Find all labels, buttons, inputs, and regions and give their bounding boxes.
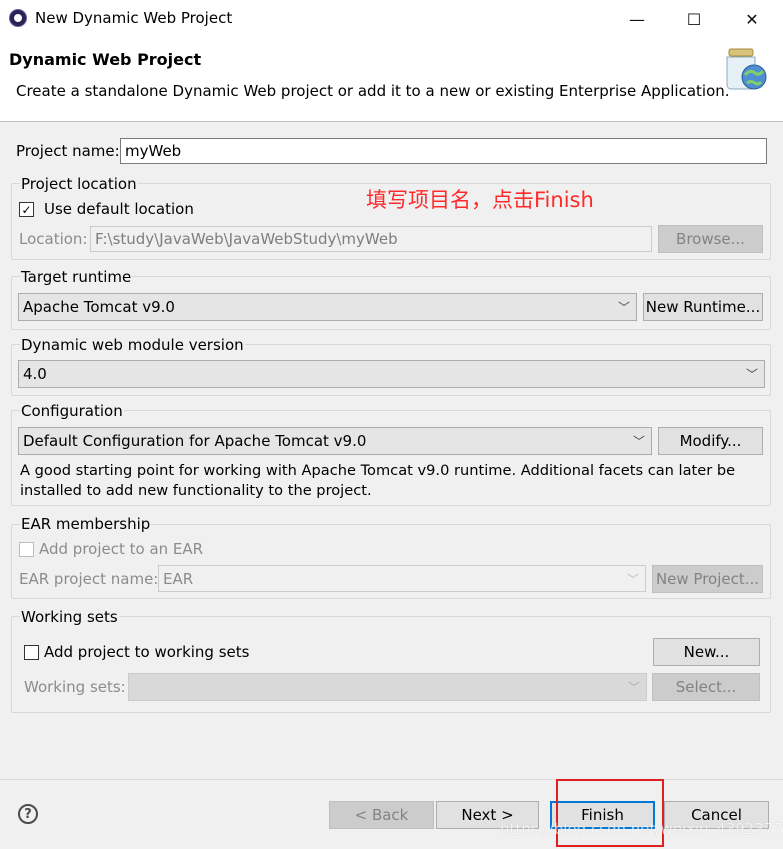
- watermark: https://blog.csdn.net/weixin_43923774: [500, 820, 783, 838]
- browse-button[interactable]: Browse...: [658, 225, 763, 253]
- project-location-heading: Project location: [20, 175, 138, 193]
- add-to-working-sets-checkbox[interactable]: [24, 645, 39, 660]
- minimize-button[interactable]: —: [608, 0, 666, 38]
- new-project-button[interactable]: New Project...: [652, 565, 763, 593]
- maximize-button[interactable]: ☐: [665, 0, 723, 38]
- target-runtime-heading: Target runtime: [20, 268, 133, 286]
- target-runtime-select[interactable]: Apache Tomcat v9.0 ﹀: [18, 293, 637, 321]
- working-sets-label: Working sets:: [24, 678, 126, 696]
- configuration-value: Default Configuration for Apache Tomcat …: [23, 432, 367, 450]
- configuration-description-line2: installed to add new functionality to th…: [20, 482, 372, 499]
- working-sets-heading: Working sets: [20, 608, 119, 626]
- instruction-annotation: 填写项目名，点击Finish: [366, 188, 594, 212]
- close-button[interactable]: ✕: [723, 0, 781, 38]
- location-input[interactable]: F:\study\JavaWeb\JavaWebStudy\myWeb: [90, 226, 652, 252]
- checkmark-icon: ✓: [21, 202, 32, 217]
- back-button[interactable]: < Back: [329, 801, 434, 829]
- project-name-input[interactable]: myWeb: [120, 138, 767, 164]
- location-value: F:\study\JavaWeb\JavaWebStudy\myWeb: [95, 230, 398, 248]
- working-sets-select[interactable]: ﹀: [128, 673, 647, 701]
- chevron-down-icon: ﹀: [627, 680, 640, 695]
- footer-separator: [0, 779, 783, 780]
- ear-project-name-value: EAR: [163, 569, 194, 588]
- configuration-description-line1: A good starting point for working with A…: [20, 462, 736, 479]
- chevron-down-icon: ﹀: [632, 434, 645, 449]
- location-label: Location:: [19, 230, 88, 248]
- use-default-location-checkbox[interactable]: ✓: [19, 202, 34, 217]
- page-description: Create a standalone Dynamic Web project …: [16, 82, 730, 100]
- add-to-ear-label: Add project to an EAR: [39, 540, 204, 558]
- page-title: Dynamic Web Project: [9, 50, 202, 69]
- web-project-jar-globe-icon: [726, 48, 767, 90]
- module-version-select[interactable]: 4.0 ﹀: [18, 360, 765, 388]
- ear-project-name-label: EAR project name:: [19, 570, 159, 588]
- modify-button[interactable]: Modify...: [658, 427, 763, 455]
- add-to-working-sets-label: Add project to working sets: [44, 643, 250, 661]
- module-version-value: 4.0: [23, 365, 47, 383]
- ear-membership-heading: EAR membership: [20, 515, 152, 533]
- configuration-heading: Configuration: [20, 402, 124, 420]
- chevron-down-icon: ﹀: [745, 367, 758, 382]
- project-name-value: myWeb: [125, 142, 182, 160]
- new-runtime-button[interactable]: New Runtime...: [643, 293, 763, 321]
- help-icon[interactable]: ?: [18, 804, 38, 824]
- new-working-set-button[interactable]: New...: [653, 638, 760, 666]
- window-title: New Dynamic Web Project: [35, 9, 233, 27]
- chevron-down-icon: ﹀: [626, 572, 639, 586]
- add-to-ear-checkbox[interactable]: [19, 542, 34, 557]
- ear-project-name-select[interactable]: EAR ﹀: [158, 565, 646, 592]
- project-name-label: Project name:: [16, 142, 120, 160]
- eclipse-app-icon: [9, 9, 27, 27]
- select-working-sets-button[interactable]: Select...: [652, 673, 760, 701]
- chevron-down-icon: ﹀: [617, 300, 630, 315]
- configuration-select[interactable]: Default Configuration for Apache Tomcat …: [18, 427, 652, 455]
- module-version-heading: Dynamic web module version: [20, 336, 245, 354]
- use-default-location-label: Use default location: [44, 200, 194, 218]
- target-runtime-value: Apache Tomcat v9.0: [23, 298, 175, 316]
